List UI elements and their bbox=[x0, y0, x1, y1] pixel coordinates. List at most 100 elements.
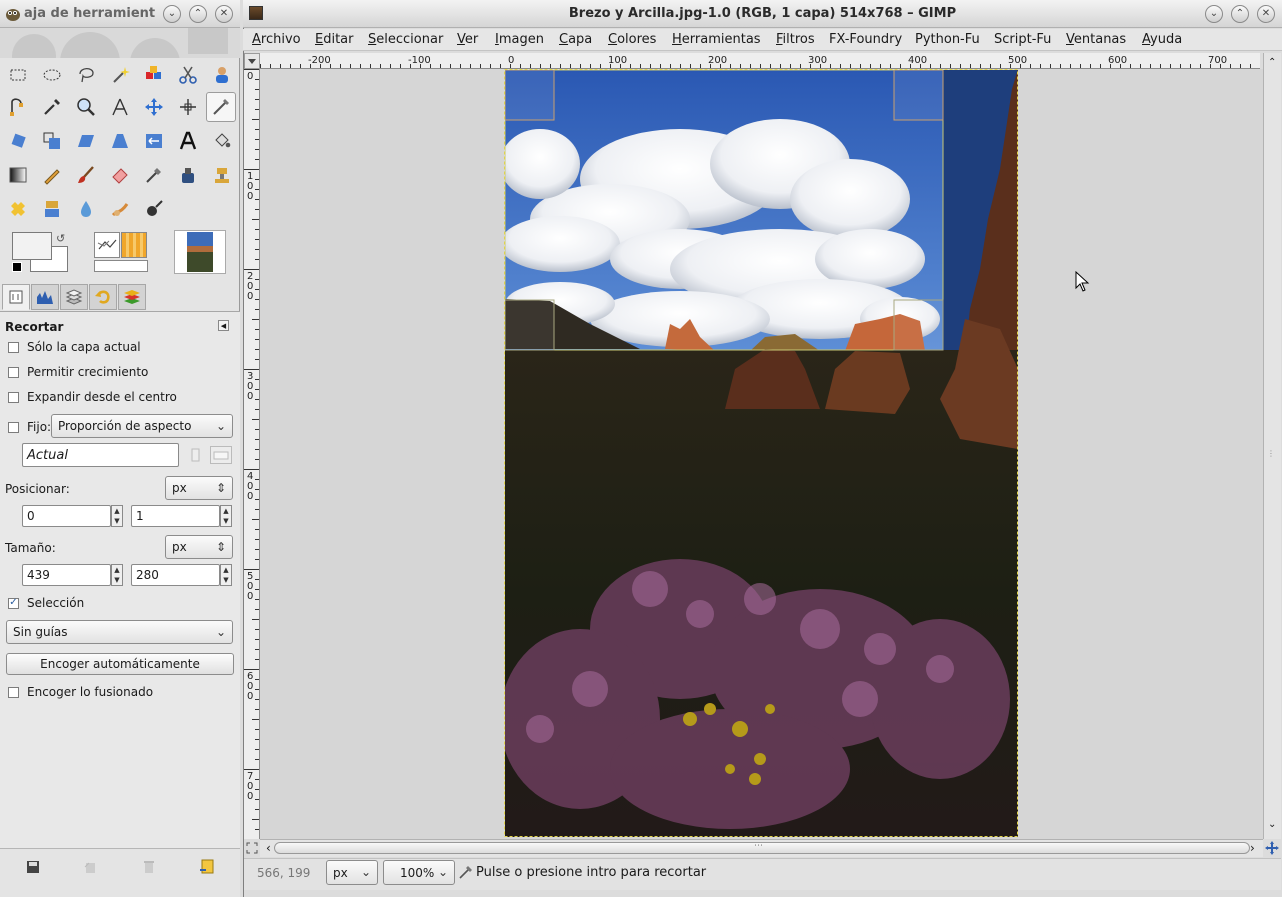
crop-tool-icon[interactable] bbox=[206, 92, 236, 122]
menu-ventanas[interactable]: Ventanas bbox=[1066, 32, 1126, 47]
text-tool-icon[interactable] bbox=[173, 126, 203, 156]
position-y-field[interactable]: 1 bbox=[131, 505, 220, 527]
menu-seleccionar[interactable]: Seleccionar bbox=[368, 32, 443, 47]
blur-tool-icon[interactable] bbox=[71, 194, 101, 224]
chevron-up-icon[interactable]: ⌃ bbox=[189, 5, 207, 23]
tab-histogram[interactable] bbox=[31, 284, 59, 310]
checkbox[interactable] bbox=[8, 391, 19, 403]
checkbox[interactable] bbox=[8, 421, 19, 433]
menu-filtros[interactable]: Filtros bbox=[776, 32, 815, 47]
heal-tool-icon[interactable] bbox=[3, 194, 33, 224]
swap-colors-icon[interactable]: ↺ bbox=[56, 232, 65, 245]
checkbox[interactable] bbox=[8, 366, 19, 378]
scale-tool-icon[interactable] bbox=[37, 126, 67, 156]
option-selection[interactable]: ✓ Selección bbox=[8, 596, 84, 610]
eraser-tool-icon[interactable] bbox=[105, 160, 135, 190]
option-expand-from-center[interactable]: Expandir desde el centro bbox=[8, 390, 177, 404]
blend-tool-icon[interactable] bbox=[3, 160, 33, 190]
menu-imagen[interactable]: Imagen bbox=[495, 32, 544, 47]
menu-capa[interactable]: Capa bbox=[559, 32, 592, 47]
color-picker-tool-icon[interactable] bbox=[37, 92, 67, 122]
zoom-fit-icon[interactable] bbox=[245, 841, 259, 855]
option-shrink-merged[interactable]: Encoger lo fusionado bbox=[8, 685, 153, 699]
option-fixed[interactable]: Fijo: bbox=[8, 420, 51, 434]
position-unit-dropdown[interactable]: px ⇕ bbox=[165, 476, 233, 500]
foreground-select-tool-icon[interactable] bbox=[207, 60, 237, 90]
zoom-dropdown[interactable]: 100% ⌄ bbox=[383, 860, 455, 885]
perspective-clone-tool-icon[interactable] bbox=[37, 194, 67, 224]
vertical-ruler[interactable]: 0100200300400500600700 bbox=[244, 69, 260, 839]
unit-dropdown[interactable]: px ⌄ bbox=[326, 860, 378, 885]
horizontal-ruler[interactable]: -200 -100 0 100 200 300 400 500 600 700 bbox=[260, 53, 1260, 69]
paths-tool-icon[interactable] bbox=[3, 92, 33, 122]
perspective-tool-icon[interactable] bbox=[105, 126, 135, 156]
close-icon[interactable]: ✕ bbox=[1257, 5, 1275, 23]
menu-archivo[interactable]: Archivo bbox=[252, 32, 301, 47]
rect-select-tool-icon[interactable] bbox=[3, 60, 33, 90]
chevron-up-icon[interactable]: ⌃ bbox=[1268, 57, 1276, 68]
checkbox[interactable] bbox=[8, 341, 19, 353]
menu-script-fu[interactable]: Script-Fu bbox=[994, 32, 1051, 47]
shear-tool-icon[interactable] bbox=[71, 126, 101, 156]
chevron-down-icon[interactable]: ⌄ bbox=[163, 5, 181, 23]
image-canvas[interactable] bbox=[260, 69, 1263, 839]
menu-ayuda[interactable]: Ayuda bbox=[1142, 32, 1182, 47]
menu-editar[interactable]: Editar bbox=[315, 32, 354, 47]
smudge-tool-icon[interactable] bbox=[105, 194, 135, 224]
chevron-up-icon[interactable]: ⌃ bbox=[1231, 5, 1249, 23]
checkbox[interactable] bbox=[8, 686, 19, 698]
fuzzy-select-tool-icon[interactable] bbox=[105, 60, 135, 90]
gradient-preview[interactable] bbox=[94, 260, 148, 272]
auto-shrink-button[interactable]: Encoger automáticamente bbox=[6, 653, 234, 675]
size-height-field[interactable]: 280 bbox=[131, 564, 220, 586]
tab-palettes[interactable] bbox=[118, 284, 146, 310]
pencil-tool-icon[interactable] bbox=[37, 160, 67, 190]
guides-dropdown[interactable]: Sin guías ⌄ bbox=[6, 620, 233, 644]
position-y-spinner[interactable]: ▲ ▼ bbox=[220, 505, 232, 527]
reset-icon[interactable] bbox=[196, 856, 218, 878]
navigate-icon[interactable] bbox=[1264, 840, 1280, 856]
restore-icon[interactable] bbox=[79, 856, 101, 878]
move-tool-icon[interactable] bbox=[139, 92, 169, 122]
align-tool-icon[interactable] bbox=[173, 92, 203, 122]
tab-undo-history[interactable] bbox=[89, 284, 117, 310]
lasso-tool-icon[interactable] bbox=[71, 60, 101, 90]
vertical-scrollbar[interactable]: ⌃ ⋮ ⌄ bbox=[1263, 53, 1281, 839]
aspect-ratio-field[interactable]: Actual bbox=[22, 443, 179, 467]
menu-ver[interactable]: Ver bbox=[457, 32, 478, 47]
foreground-color-swatch-front[interactable] bbox=[12, 232, 52, 260]
clone-tool-icon[interactable] bbox=[207, 160, 237, 190]
paintbrush-tool-icon[interactable] bbox=[71, 160, 101, 190]
flip-tool-icon[interactable] bbox=[139, 126, 169, 156]
rotate-tool-icon[interactable] bbox=[3, 126, 33, 156]
chevron-down-icon[interactable]: ⌄ bbox=[1205, 5, 1223, 23]
menu-fx-foundry[interactable]: FX-Foundry bbox=[829, 32, 902, 47]
save-icon[interactable] bbox=[22, 856, 44, 878]
fixed-mode-dropdown[interactable]: Proporción de aspecto ⌄ bbox=[51, 414, 233, 438]
active-image-thumbnail[interactable] bbox=[174, 230, 226, 274]
chevron-down-icon[interactable]: ⌄ bbox=[1268, 819, 1276, 830]
bucket-fill-tool-icon[interactable] bbox=[207, 126, 237, 156]
portrait-icon[interactable] bbox=[186, 446, 204, 464]
quick-mask-menu-icon[interactable] bbox=[244, 53, 260, 69]
position-x-field[interactable]: 0 bbox=[22, 505, 111, 527]
scroll-grip-icon[interactable]: ⋮ bbox=[1267, 449, 1277, 463]
menu-colores[interactable]: Colores bbox=[608, 32, 656, 47]
brush-preview[interactable] bbox=[94, 232, 120, 258]
pattern-preview[interactable] bbox=[121, 232, 147, 258]
menu-python-fu[interactable]: Python-Fu bbox=[915, 32, 980, 47]
horizontal-scrollbar[interactable]: ‹ ⋯ › bbox=[260, 839, 1263, 857]
chevron-left-icon[interactable]: ‹ bbox=[266, 841, 271, 855]
position-x-spinner[interactable]: ▲ ▼ bbox=[111, 505, 123, 527]
default-colors-icon[interactable] bbox=[12, 262, 22, 272]
tab-layers[interactable] bbox=[60, 284, 88, 310]
select-by-color-tool-icon[interactable] bbox=[139, 60, 169, 90]
checkmark-icon[interactable]: ✓ bbox=[8, 597, 19, 609]
dodge-burn-tool-icon[interactable] bbox=[139, 194, 169, 224]
option-only-current-layer[interactable]: Sólo la capa actual bbox=[8, 340, 141, 354]
ellipse-select-tool-icon[interactable] bbox=[37, 60, 67, 90]
size-unit-dropdown[interactable]: px ⇕ bbox=[165, 535, 233, 559]
size-height-spinner[interactable]: ▲ ▼ bbox=[220, 564, 232, 586]
close-icon[interactable]: ✕ bbox=[215, 5, 233, 23]
size-width-field[interactable]: 439 bbox=[22, 564, 111, 586]
